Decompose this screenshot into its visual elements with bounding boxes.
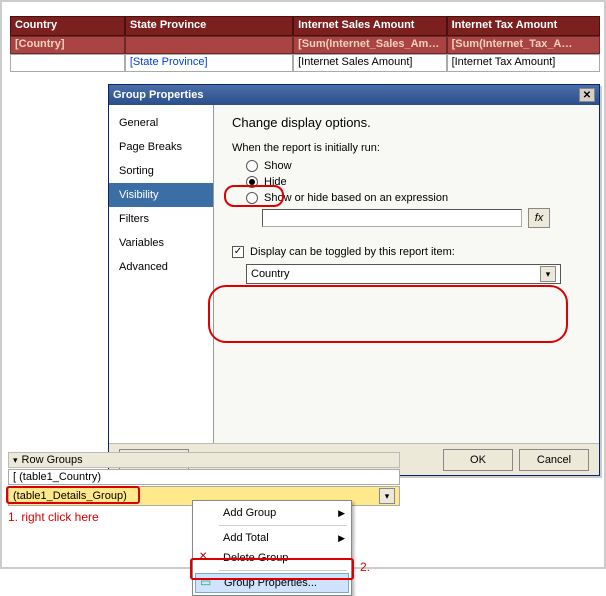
sidebar-item-general[interactable]: General	[109, 111, 213, 135]
radio-expression-label: Show or hide based on an expression	[264, 192, 448, 204]
group-cell-state[interactable]	[125, 36, 293, 54]
ctx-group-properties[interactable]: Group Properties...	[195, 573, 349, 593]
ctx-add-group-label: Add Group	[223, 507, 276, 519]
cancel-button[interactable]: Cancel	[519, 449, 589, 471]
blank-icon	[199, 530, 217, 546]
detail-row: [State Province] [Internet Sales Amount]…	[10, 54, 600, 72]
chevron-down-icon[interactable]: ▾	[540, 266, 556, 282]
ctx-add-group[interactable]: Add Group ▶	[195, 503, 349, 523]
blank-icon	[199, 505, 217, 521]
radio-hide-row[interactable]: Hide	[232, 174, 583, 190]
detail-cell-sales[interactable]: [Internet Sales Amount]	[293, 54, 446, 72]
detail-cell-tax[interactable]: [Internet Tax Amount]	[447, 54, 600, 72]
toggle-checkbox[interactable]	[232, 246, 244, 258]
submenu-arrow-icon: ▶	[338, 508, 345, 519]
ctx-delete-group[interactable]: Delete Group	[195, 548, 349, 568]
initial-run-label: When the report is initially run:	[232, 142, 583, 154]
radio-expression[interactable]	[246, 192, 258, 204]
group-row-details-label: (table1_Details_Group)	[13, 490, 127, 502]
submenu-arrow-icon: ▶	[338, 533, 345, 544]
group-properties-dialog: Group Properties ✕ General Page Breaks S…	[108, 84, 600, 476]
col-header-tax[interactable]: Internet Tax Amount	[447, 16, 600, 36]
row-groups-header[interactable]: ▾ Row Groups	[8, 452, 400, 468]
context-menu: Add Group ▶ Add Total ▶ Delete Group Gro…	[192, 500, 352, 596]
col-header-state[interactable]: State Province	[125, 16, 293, 36]
group-row-country-label: [ (table1_Country)	[13, 471, 101, 483]
annotation-text-1: 1. right click here	[8, 510, 99, 524]
group-cell-country[interactable]: [Country]	[10, 36, 125, 54]
collapse-icon[interactable]: ▾	[13, 455, 18, 466]
toggle-label: Display can be toggled by this report it…	[250, 246, 455, 258]
detail-cell-1[interactable]	[10, 54, 125, 72]
sidebar-item-visibility[interactable]: Visibility	[109, 183, 213, 207]
radio-show-row[interactable]: Show	[232, 158, 583, 174]
chevron-down-icon[interactable]: ▾	[379, 488, 395, 504]
group-cell-tax[interactable]: [Sum(Internet_Tax_A…	[447, 36, 600, 54]
ok-button[interactable]: OK	[443, 449, 513, 471]
close-button[interactable]: ✕	[579, 88, 595, 102]
radio-show[interactable]	[246, 160, 258, 172]
ctx-add-total-label: Add Total	[223, 532, 269, 544]
report-table: Country State Province Internet Sales Am…	[10, 16, 600, 72]
dialog-sidebar: General Page Breaks Sorting Visibility F…	[109, 105, 214, 445]
properties-icon	[200, 575, 218, 591]
detail-cell-state[interactable]: [State Province]	[125, 54, 293, 72]
row-groups-panel: ▾ Row Groups [ (table1_Country) (table1_…	[8, 452, 400, 506]
delete-icon	[199, 550, 217, 566]
ctx-separator	[219, 525, 347, 526]
pane-title: Change display options.	[232, 115, 583, 130]
ctx-group-properties-label: Group Properties...	[224, 577, 317, 589]
ctx-separator	[219, 570, 347, 571]
dialog-main-pane: Change display options. When the report …	[214, 105, 599, 445]
sidebar-item-advanced[interactable]: Advanced	[109, 255, 213, 279]
ctx-delete-group-label: Delete Group	[223, 552, 288, 564]
toggle-selected-value: Country	[251, 268, 290, 280]
row-groups-label: Row Groups	[22, 454, 83, 466]
annotation-text-2: 2.	[360, 560, 370, 574]
group-cell-sales[interactable]: [Sum(Internet_Sales_Am…	[293, 36, 446, 54]
col-header-sales[interactable]: Internet Sales Amount	[293, 16, 446, 36]
header-row: Country State Province Internet Sales Am…	[10, 16, 600, 36]
ctx-add-total[interactable]: Add Total ▶	[195, 528, 349, 548]
dialog-title: Group Properties	[113, 89, 203, 101]
radio-hide[interactable]	[246, 176, 258, 188]
toggle-item-select[interactable]: Country ▾	[246, 264, 561, 284]
expression-input[interactable]	[262, 209, 522, 227]
sidebar-item-filters[interactable]: Filters	[109, 207, 213, 231]
sidebar-item-variables[interactable]: Variables	[109, 231, 213, 255]
radio-expr-row[interactable]: Show or hide based on an expression	[232, 190, 583, 206]
group-row-country[interactable]: [ (table1_Country)	[8, 469, 400, 485]
group-row: [Country] [Sum(Internet_Sales_Am… [Sum(I…	[10, 36, 600, 54]
radio-show-label: Show	[264, 160, 292, 172]
annotation-circle-toggle	[208, 285, 568, 343]
radio-hide-label: Hide	[264, 176, 287, 188]
fx-button[interactable]: fx	[528, 208, 550, 228]
col-header-country[interactable]: Country	[10, 16, 125, 36]
sidebar-item-sorting[interactable]: Sorting	[109, 159, 213, 183]
dialog-titlebar[interactable]: Group Properties ✕	[109, 85, 599, 105]
sidebar-item-pagebreaks[interactable]: Page Breaks	[109, 135, 213, 159]
